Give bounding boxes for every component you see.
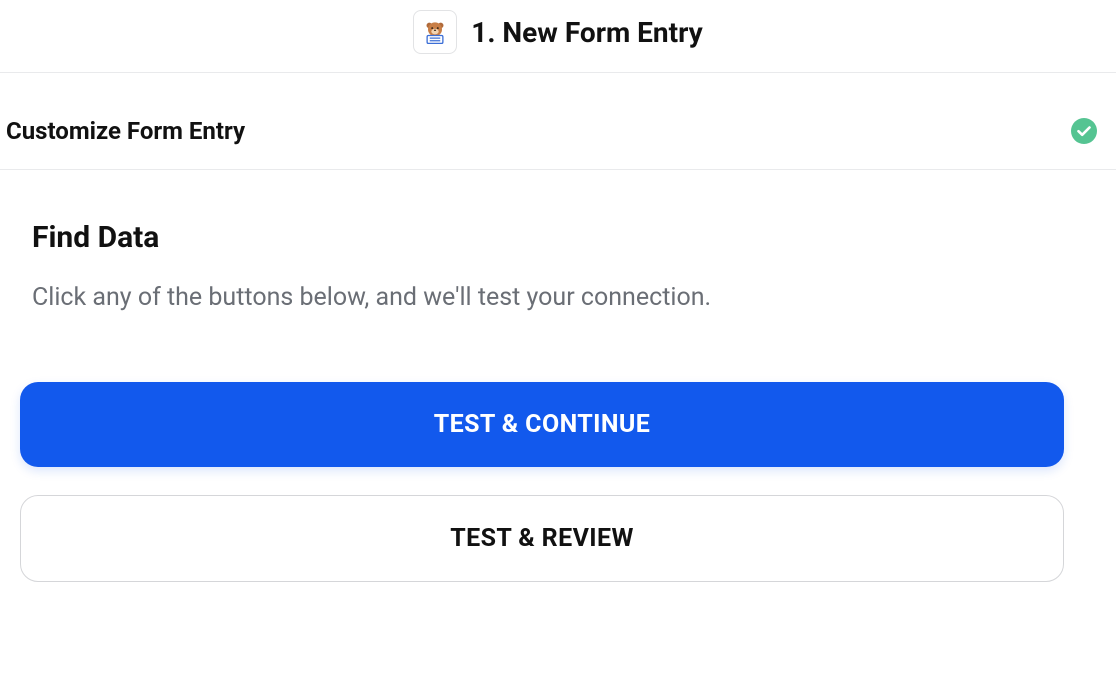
find-data-description: Click any of the buttons below, and we'l…	[32, 283, 1088, 312]
check-circle-icon	[1070, 117, 1098, 145]
test-review-button[interactable]: TEST & REVIEW	[20, 495, 1064, 582]
step-title: 1. New Form Entry	[471, 16, 702, 49]
bear-form-icon	[421, 18, 449, 46]
app-icon-container	[413, 10, 457, 54]
find-data-title: Find Data	[32, 220, 1088, 255]
customize-section-label: Customize Form Entry	[6, 117, 245, 145]
test-continue-button[interactable]: TEST & CONTINUE	[20, 382, 1064, 467]
step-header: 1. New Form Entry	[0, 0, 1116, 73]
find-data-section: Find Data Click any of the buttons below…	[0, 170, 1116, 610]
customize-section-header[interactable]: Customize Form Entry	[0, 93, 1116, 170]
